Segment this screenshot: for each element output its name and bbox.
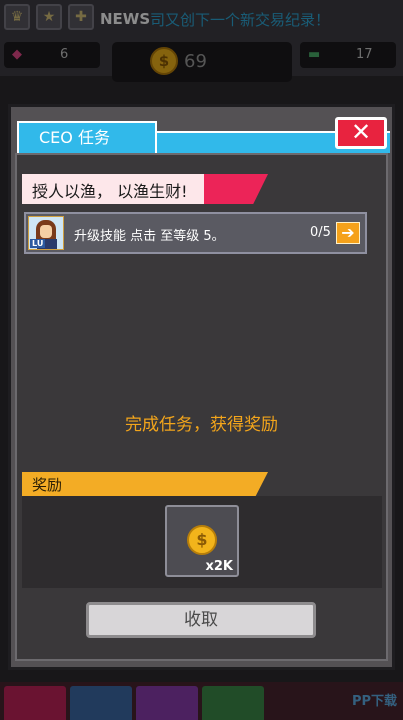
ceo-avatar: LU [28, 216, 64, 250]
task-description: 升级技能 点击 至等级 5。 [74, 229, 225, 244]
avatar-badge: LU [30, 239, 46, 248]
arrow-right-icon: ➔ [341, 223, 355, 242]
completion-prompt: 完成任务，获得奖励 [125, 415, 278, 435]
go-button[interactable]: ➔ [336, 222, 360, 244]
close-icon: ✕ [350, 118, 372, 146]
close-button[interactable]: ✕ [335, 117, 387, 149]
task-row[interactable]: LU 升级技能 点击 至等级 5。 0/5 ➔ [24, 212, 367, 254]
quest-title-ribbon: 授人以渔， 以渔生财! [22, 174, 268, 204]
task-progress: 0/5 [310, 225, 331, 240]
reward-header: 奖励 [32, 476, 63, 494]
coin-icon: $ [187, 525, 217, 555]
reward-ribbon: 奖励 [22, 472, 268, 496]
dialog-title-bar: CEO 任务 ✕ [17, 117, 390, 153]
collect-button[interactable]: 收取 [86, 602, 316, 638]
reward-count: x2K [205, 559, 233, 574]
dialog-title: CEO 任务 [17, 121, 157, 153]
reward-slot[interactable]: $ x2K [165, 505, 239, 577]
quest-title: 授人以渔， 以渔生财! [32, 182, 188, 201]
